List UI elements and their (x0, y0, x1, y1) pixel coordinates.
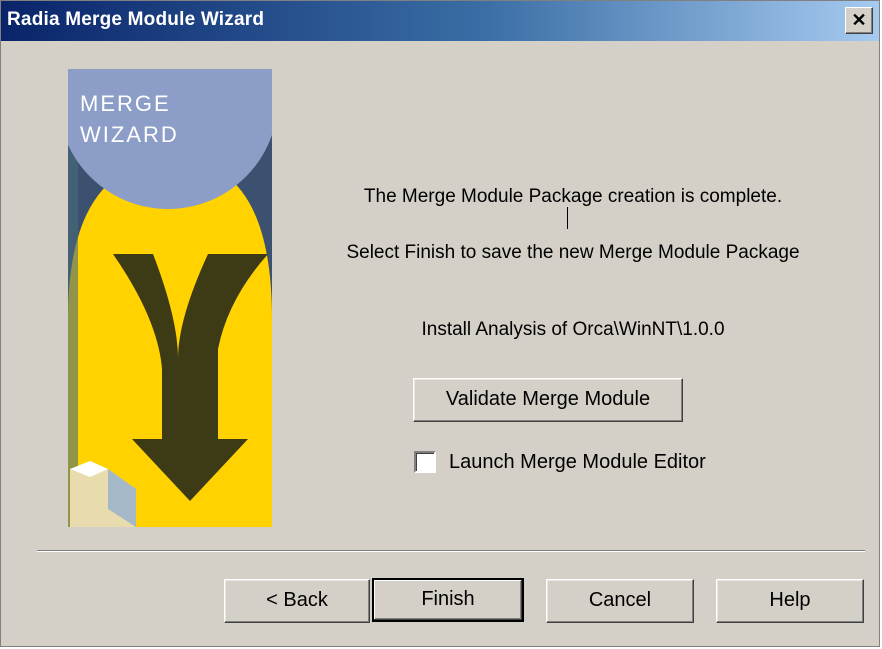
banner-line1: MERGE (80, 91, 171, 116)
completion-message: The Merge Module Package creation is com… (363, 186, 783, 207)
wizard-window: Radia Merge Module Wizard ✕ MERGE WIZARD… (0, 0, 880, 647)
back-button[interactable]: < Back (224, 579, 370, 623)
help-button[interactable]: Help (716, 579, 864, 623)
analysis-label: Install Analysis of Orca\WinNT\1.0.0 (421, 319, 725, 340)
cancel-button[interactable]: Cancel (546, 579, 694, 623)
merge-wizard-banner: MERGE WIZARD (68, 69, 272, 527)
window-title: Radia Merge Module Wizard (7, 9, 265, 30)
launch-editor-label[interactable]: Launch Merge Module Editor (449, 451, 706, 474)
launch-editor-checkbox[interactable] (414, 451, 436, 473)
close-button[interactable]: ✕ (845, 7, 873, 34)
text-cursor (567, 207, 568, 229)
footer-separator (37, 550, 865, 552)
banner-line2: WIZARD (80, 122, 179, 147)
validate-merge-module-button[interactable]: Validate Merge Module (413, 378, 683, 422)
close-icon: ✕ (851, 10, 867, 30)
finish-instruction: Select Finish to save the new Merge Modu… (346, 242, 800, 263)
title-bar: Radia Merge Module Wizard ✕ (1, 1, 879, 41)
finish-button[interactable]: Finish (372, 578, 524, 622)
